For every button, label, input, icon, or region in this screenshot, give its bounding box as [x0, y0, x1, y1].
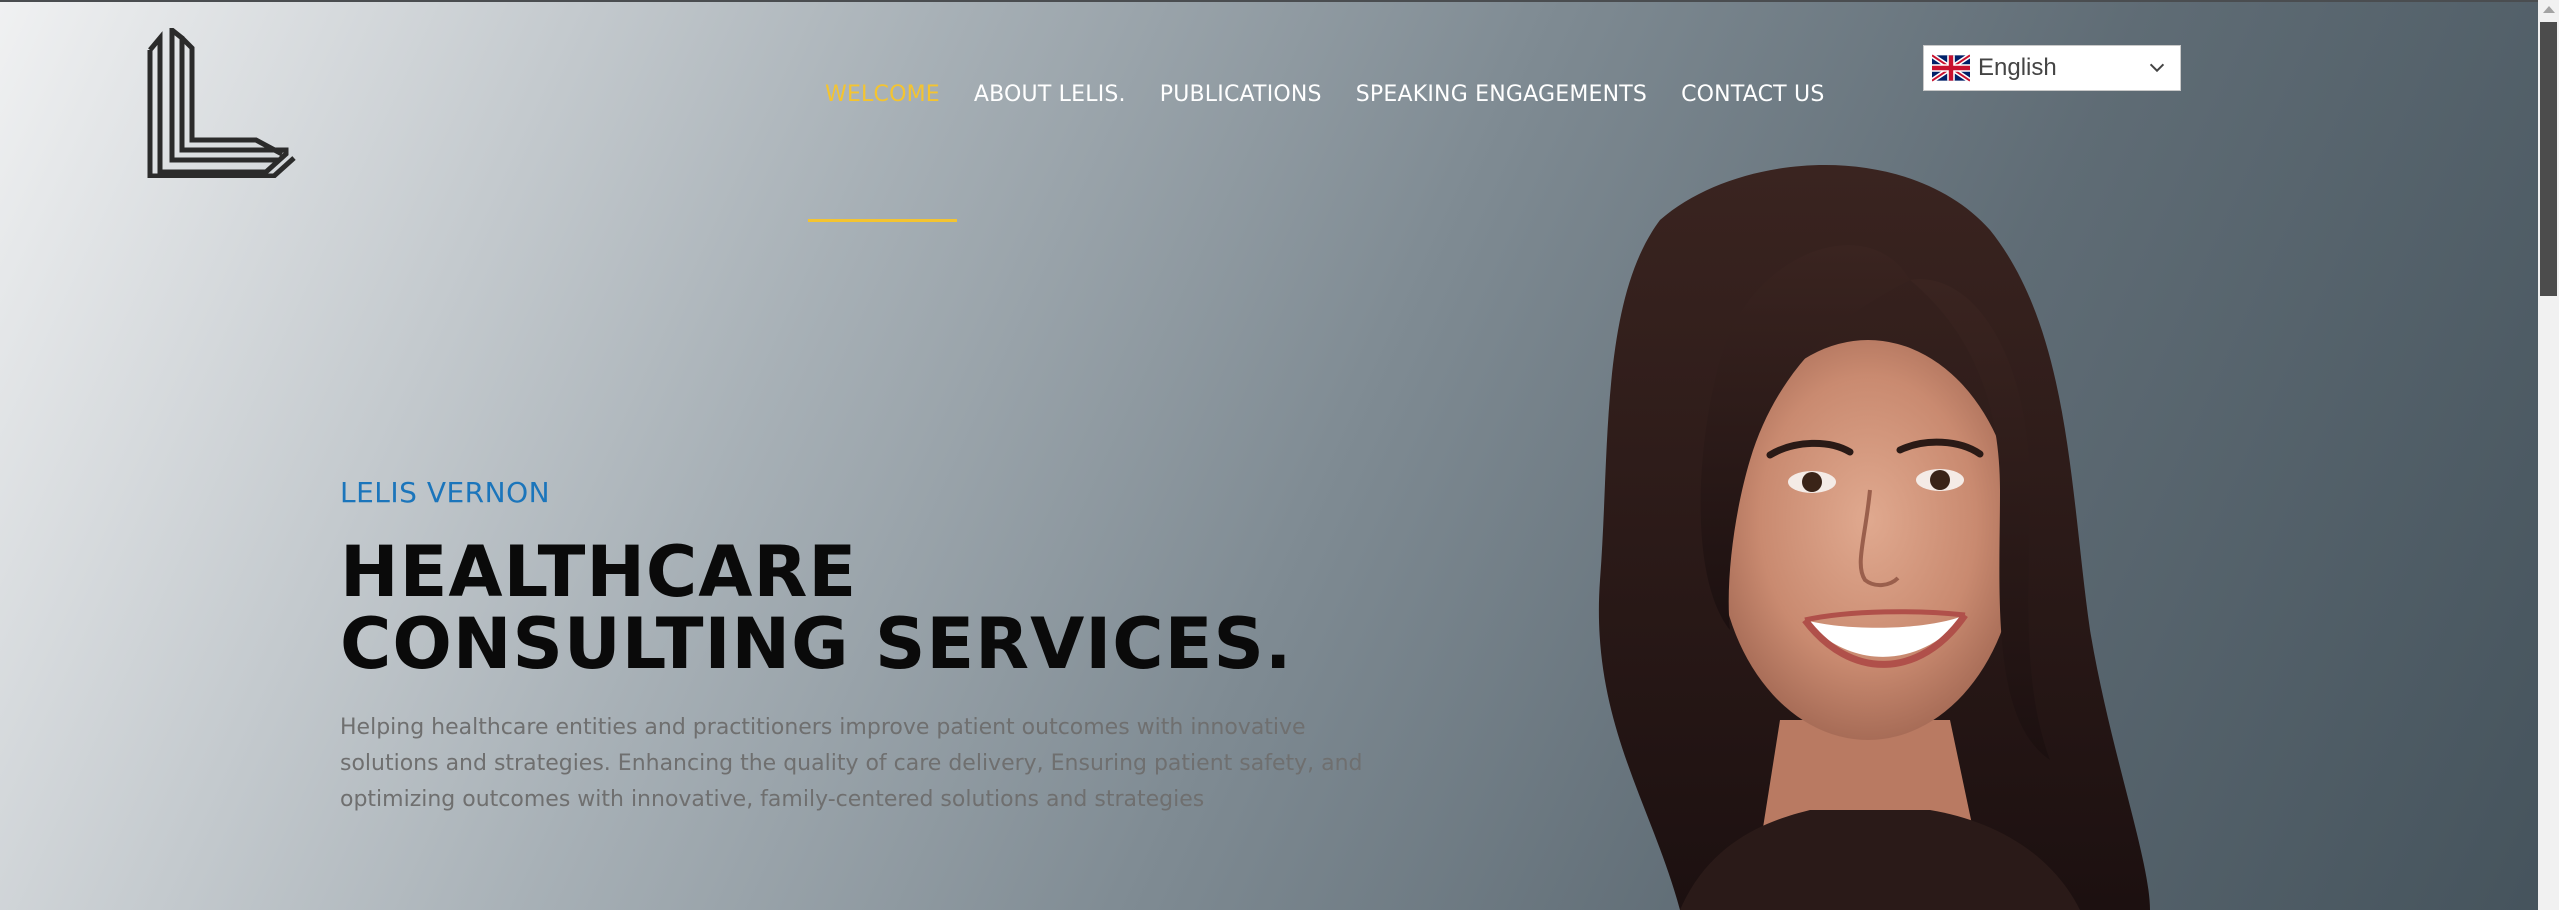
hero-headline: HEALTHCARE CONSULTING SERVICES.: [340, 536, 1293, 680]
hero-eyebrow: LELIS VERNON: [340, 476, 551, 509]
headline-line-1: HEALTHCARE: [340, 531, 858, 613]
language-select[interactable]: English: [1923, 45, 2181, 91]
desc-line-3: optimizing outcomes with innovative, fam…: [340, 787, 1205, 812]
chevron-down-icon: [2149, 63, 2165, 73]
nav-speaking-engagements[interactable]: SPEAKING ENGAGEMENTS: [1339, 70, 1664, 140]
nav-about[interactable]: ABOUT LELIS.: [957, 70, 1143, 140]
hero-description: Helping healthcare entities and practiti…: [340, 710, 1363, 818]
scroll-up-icon[interactable]: [2543, 6, 2555, 13]
nav-contact[interactable]: CONTACT US: [1664, 70, 1841, 140]
desc-line-1: Helping healthcare entities and practiti…: [340, 715, 1306, 740]
main-nav: WELCOME ABOUT LELIS. PUBLICATIONS SPEAKI…: [808, 70, 1841, 222]
nav-publications[interactable]: PUBLICATIONS: [1143, 70, 1339, 140]
uk-flag-icon: [1932, 54, 1970, 82]
page-scrollbar[interactable]: [2538, 0, 2559, 910]
portrait-photo: [1598, 165, 2150, 910]
headline-line-2: CONSULTING SERVICES.: [340, 603, 1293, 685]
top-border: [0, 0, 2559, 2]
desc-line-2: solutions and strategies. Enhancing the …: [340, 751, 1363, 776]
site-logo[interactable]: [146, 24, 296, 179]
language-label: English: [1978, 54, 2057, 81]
scroll-thumb[interactable]: [2540, 22, 2557, 296]
nav-welcome[interactable]: WELCOME: [808, 70, 957, 222]
